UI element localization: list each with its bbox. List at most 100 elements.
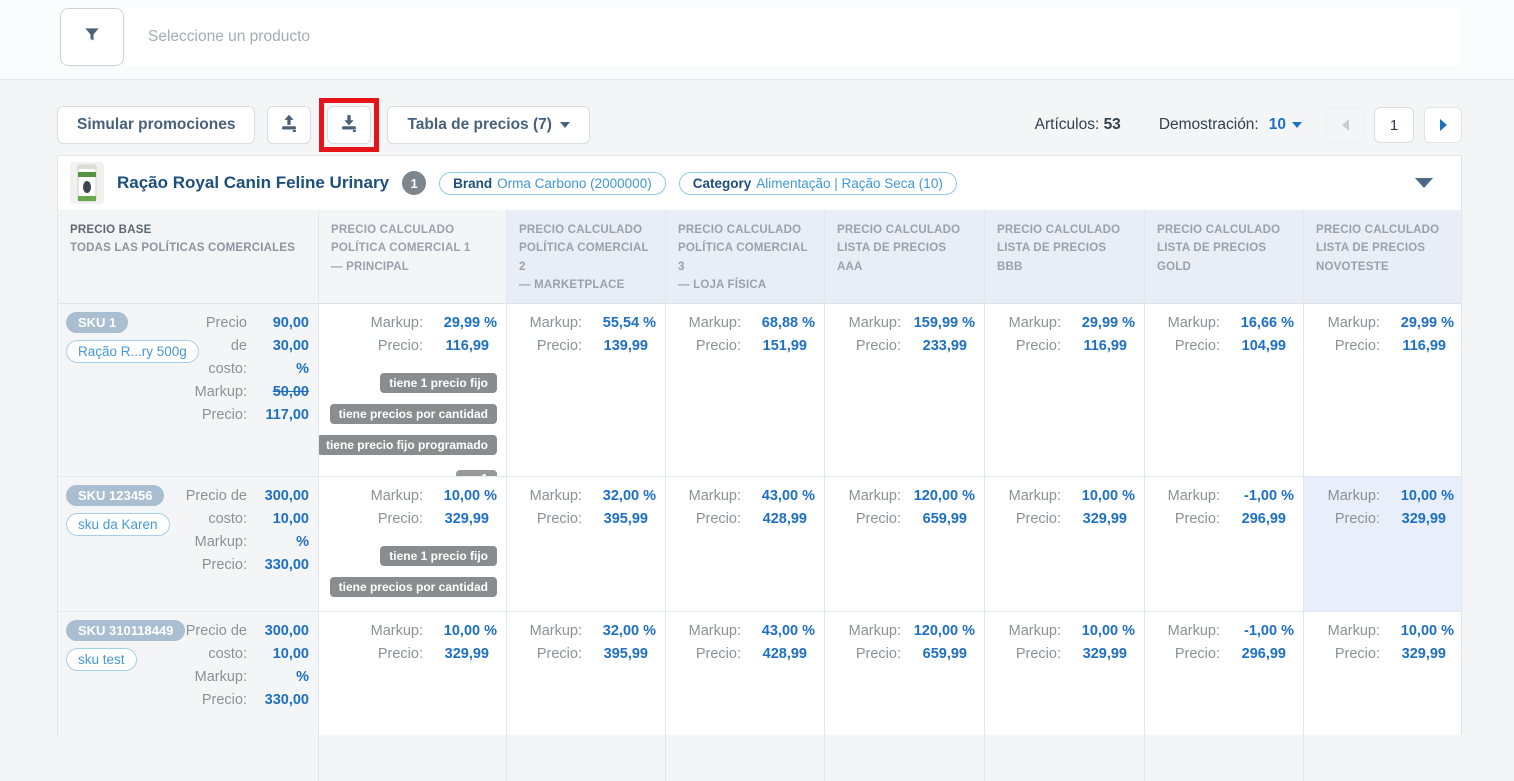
price-label: Precio: (696, 508, 741, 531)
price-line: Precio:139,99 (515, 335, 656, 358)
markup-label: Markup: (849, 312, 901, 335)
markup-label: Markup: (371, 312, 423, 335)
calculated-price-cell: Markup:10,00 %Precio:329,99 tiene 1 preci… (318, 477, 506, 611)
calculated-price-cell: Markup:16,66 %Precio:104,99 (1144, 304, 1303, 476)
next-page-button[interactable] (1424, 107, 1462, 143)
current-page-box[interactable]: 1 (1374, 107, 1414, 143)
upload-button[interactable] (267, 106, 311, 144)
column-header-line: LISTA DE PRECIOS GOLD (1157, 239, 1291, 276)
funnel-icon (82, 25, 102, 50)
price-rule-badge: tiene precios por cantidad (330, 577, 497, 597)
calculated-price-cell: Markup:10,00 %Precio:329,99 (1303, 612, 1463, 781)
price-line: Precio:659,99 (833, 508, 975, 531)
product-variant-pill[interactable]: Ração R...ry 500g (66, 340, 199, 363)
markup-line: Markup:43,00 % (674, 485, 815, 508)
price-value: 116,99 (1380, 335, 1454, 358)
markup-label: Markup: (1168, 312, 1220, 335)
price-line: Precio:330,00 (191, 689, 309, 712)
price-line: Precio:330,00 (176, 554, 309, 577)
calculated-price-cell: Markup:32,00 %Precio:395,99 (506, 612, 665, 781)
base-price-lines: Precio90,00de30,00costo:%Markup:50,00Pre… (205, 312, 309, 468)
price-value: 329,99 (1380, 508, 1454, 531)
markup-value: 29,99 % (1061, 312, 1135, 335)
price-line: Precio:151,99 (674, 335, 815, 358)
column-header-line: TODAS LAS POLÍTICAS COMERCIALES (70, 239, 306, 257)
price-line: Precio:116,99 (327, 335, 497, 358)
markup-value: 43,00 % (741, 620, 815, 643)
column-header: PRECIO CALCULADOPOLÍTICA COMERCIAL 2— MA… (506, 210, 665, 303)
markup-line: Markup:32,00 % (515, 620, 656, 643)
markup-line: Markup:10,00 % (1312, 620, 1454, 643)
column-header-line: — PRINCIPAL (331, 258, 494, 276)
price-label: Precio: (1335, 335, 1380, 358)
price-value: 104,99 (1220, 335, 1294, 358)
markup-line: Markup:10,00 % (1312, 485, 1454, 508)
column-header-line: PRECIO CALCULADO (1316, 221, 1451, 239)
price-value: 329,99 (1061, 508, 1135, 531)
price-line-label: Precio: (202, 404, 247, 427)
price-line: Precio:428,99 (674, 643, 815, 666)
markup-value: -1,00 % (1220, 485, 1294, 508)
markup-label: Markup: (689, 620, 741, 643)
markup-line: Markup:10,00 % (327, 485, 497, 508)
markup-line: Markup:32,00 % (515, 485, 656, 508)
page-size-value[interactable]: 10 (1269, 116, 1286, 134)
price-line-value: 330,00 (247, 554, 309, 577)
collapse-product-icon[interactable] (1415, 178, 1433, 188)
column-header-line: PRECIO CALCULADO (519, 221, 653, 239)
chevron-left-icon (1342, 119, 1349, 131)
prev-page-button[interactable] (1326, 107, 1364, 143)
column-header-line: NOVOTESTE (1316, 258, 1451, 276)
table-row: SKU 123456sku da KarenPrecio de300,00cos… (58, 476, 1461, 611)
price-line: Precio90,00 (205, 312, 309, 335)
column-header-line: PRECIO CALCULADO (837, 221, 972, 239)
price-value: 116,99 (423, 335, 497, 358)
markup-line: Markup:55,54 % (515, 312, 656, 335)
arrow-count-badge[interactable]: → 1 (456, 470, 497, 476)
markup-value: 10,00 % (423, 485, 497, 508)
price-line-label: costo: (208, 643, 247, 666)
simulate-promotions-button[interactable]: Simular promociones (57, 106, 255, 144)
price-line: Precio:395,99 (515, 643, 656, 666)
markup-value: 16,66 % (1220, 312, 1294, 335)
column-header-line: POLÍTICA COMERCIAL 2 (519, 239, 653, 276)
column-header: PRECIO CALCULADOPOLÍTICA COMERCIAL 1— PR… (318, 210, 506, 303)
brand-pill[interactable]: Brand Orma Carbono (2000000) (439, 172, 666, 195)
price-rule-badge: tiene 1 precio fijo (380, 546, 497, 566)
price-table-dropdown[interactable]: Tabla de precios (7) (387, 106, 589, 144)
price-table-card: Ração Royal Canin Feline Urinary 1 Brand… (57, 155, 1462, 735)
base-price-cell: SKU 123456sku da KarenPrecio de300,00cos… (58, 477, 318, 611)
price-value: 329,99 (1380, 643, 1454, 666)
markup-label: Markup: (371, 485, 423, 508)
price-label: Precio: (378, 335, 423, 358)
markup-value: 68,88 % (741, 312, 815, 335)
column-header-line: PRECIO BASE (70, 221, 306, 239)
column-header-line: PRECIO CALCULADO (1157, 221, 1291, 239)
category-pill[interactable]: Category Alimentação | Ração Seca (10) (679, 172, 957, 195)
price-label: Precio: (378, 508, 423, 531)
product-search-bar (60, 8, 1460, 66)
price-line: Precio:329,99 (327, 508, 497, 531)
calculated-price-cell: Markup:-1,00 %Precio:296,99 (1144, 612, 1303, 781)
markup-value: 120,00 % (901, 620, 975, 643)
sku-badge: SKU 310118449 (66, 620, 185, 641)
table-column-headers: PRECIO BASETODAS LAS POLÍTICAS COMERCIAL… (58, 210, 1461, 303)
sku-stack: SKU 1Ração R...ry 500g (66, 312, 199, 468)
product-variant-pill[interactable]: sku da Karen (66, 513, 170, 536)
download-button[interactable] (327, 106, 371, 144)
price-line-label: Precio de (186, 620, 247, 643)
markup-label: Markup: (689, 312, 741, 335)
column-header: PRECIO CALCULADOLISTA DE PRECIOS BBB (984, 210, 1144, 303)
filter-button[interactable] (60, 8, 124, 66)
search-input[interactable] (124, 8, 1460, 66)
price-line: Precio:329,99 (993, 643, 1135, 666)
markup-line: Markup:120,00 % (833, 485, 975, 508)
product-variant-pill[interactable]: sku test (66, 648, 137, 671)
column-header: PRECIO BASETODAS LAS POLÍTICAS COMERCIAL… (58, 210, 318, 303)
markup-value: 10,00 % (1061, 485, 1135, 508)
top-search-strip (0, 0, 1514, 80)
price-line: Precio de300,00 (176, 485, 309, 508)
markup-label: Markup: (849, 620, 901, 643)
price-line: costo:10,00 (176, 508, 309, 531)
markup-line: Markup:120,00 % (833, 620, 975, 643)
